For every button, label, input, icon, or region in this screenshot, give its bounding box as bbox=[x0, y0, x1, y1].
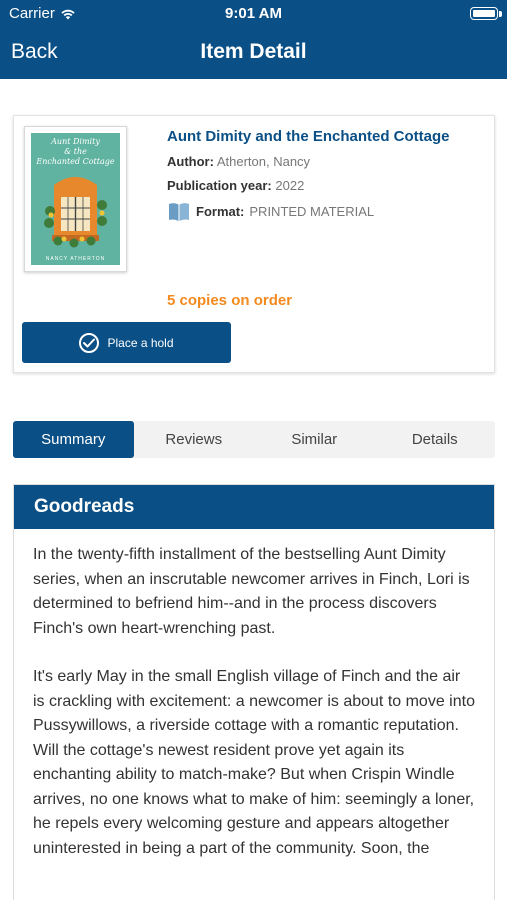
tab-similar[interactable]: Similar bbox=[254, 421, 375, 458]
place-hold-label: Place a hold bbox=[107, 335, 174, 350]
pubyear-value: 2022 bbox=[275, 178, 305, 193]
summary-source-heading: Goodreads bbox=[14, 485, 494, 529]
book-cover-art: Aunt Dimity & the Enchanted Cottage NANC… bbox=[31, 133, 120, 265]
author-row: Author: Atherton, Nancy bbox=[167, 154, 487, 169]
book-cover[interactable]: Aunt Dimity & the Enchanted Cottage NANC… bbox=[24, 126, 127, 272]
battery-icon bbox=[470, 7, 498, 20]
tab-reviews[interactable]: Reviews bbox=[134, 421, 255, 458]
item-info: Aunt Dimity and the Enchanted Cottage Au… bbox=[167, 128, 487, 223]
pubyear-row: Publication year: 2022 bbox=[167, 178, 487, 193]
cover-title-line2: & the bbox=[64, 147, 87, 156]
pubyear-label: Publication year: bbox=[167, 178, 272, 193]
check-circle-icon bbox=[79, 332, 100, 353]
place-hold-button[interactable]: Place a hold bbox=[22, 322, 231, 363]
tab-summary[interactable]: Summary bbox=[13, 421, 134, 458]
author-label: Author: bbox=[167, 154, 214, 169]
summary-panel: Goodreads In the twenty-fifth installmen… bbox=[13, 484, 495, 900]
cottage-window-illustration bbox=[44, 177, 107, 248]
summary-paragraph: It's early May in the small English vill… bbox=[33, 668, 475, 857]
format-row: Format: PRINTED MATERIAL bbox=[167, 199, 487, 223]
format-value: PRINTED MATERIAL bbox=[249, 203, 375, 219]
status-time: 9:01 AM bbox=[225, 5, 282, 22]
cover-title-line1: Aunt Dimity bbox=[51, 137, 100, 146]
summary-body: In the twenty-fifth installment of the b… bbox=[14, 529, 494, 899]
cover-title-line3: Enchanted Cottage bbox=[36, 157, 115, 166]
item-card: Aunt Dimity & the Enchanted Cottage NANC… bbox=[13, 115, 495, 373]
cover-author: NANCY ATHERTON bbox=[45, 256, 106, 262]
author-value[interactable]: Atherton, Nancy bbox=[217, 154, 310, 169]
book-title[interactable]: Aunt Dimity and the Enchanted Cottage bbox=[167, 128, 487, 145]
detail-tabs: Summary Reviews Similar Details bbox=[13, 421, 495, 458]
copies-status: 5 copies on order bbox=[167, 292, 293, 309]
book-icon bbox=[169, 203, 189, 221]
tab-details[interactable]: Details bbox=[375, 421, 496, 458]
battery-tip bbox=[499, 11, 502, 17]
navigation-bar: Carrier 9:01 AM Back Item Detail bbox=[0, 0, 507, 79]
page-title: Item Detail bbox=[200, 40, 307, 63]
summary-paragraph: In the twenty-fifth installment of the b… bbox=[33, 546, 470, 637]
cover-title: Aunt Dimity & the Enchanted Cottage bbox=[31, 137, 120, 167]
status-bar: Carrier 9:01 AM bbox=[0, 0, 507, 28]
format-label: Format: bbox=[196, 203, 245, 219]
